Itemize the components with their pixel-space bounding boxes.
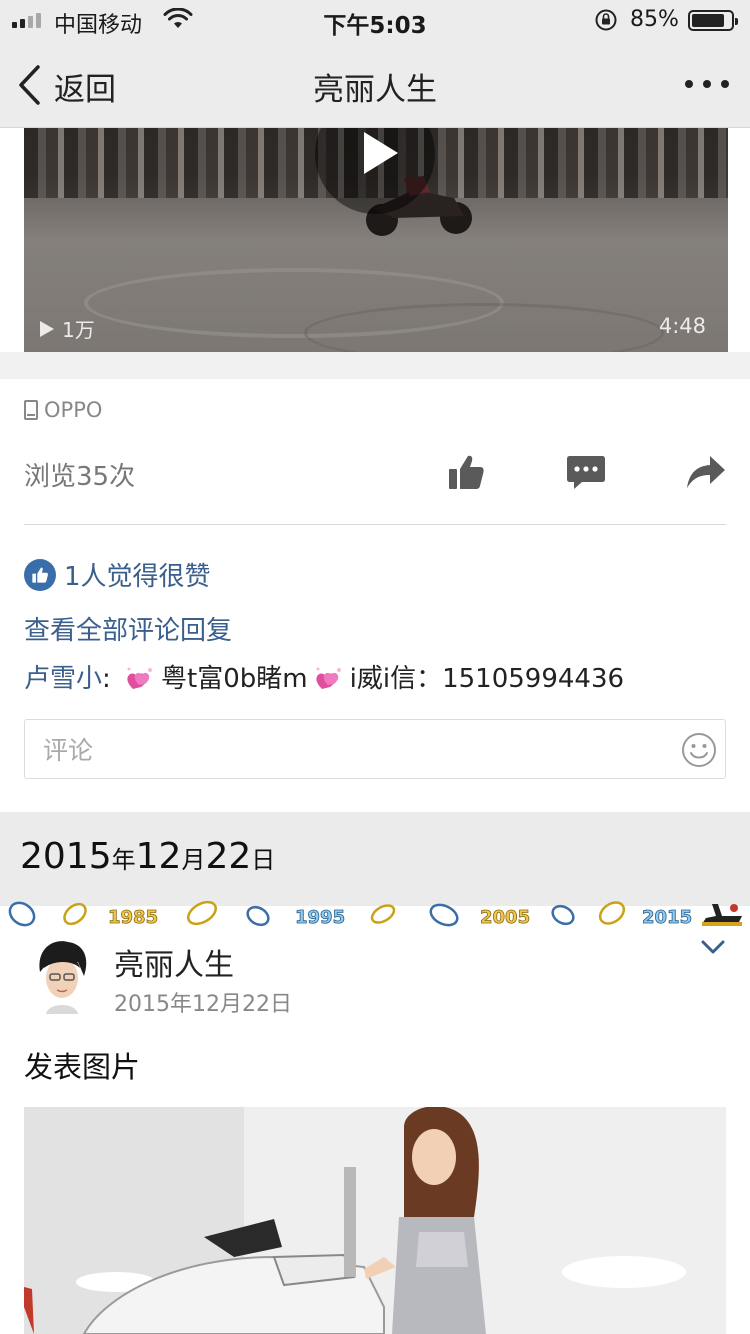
scooter-icon xyxy=(702,904,742,926)
view-all-comments-link[interactable]: 查看全部评论回复 xyxy=(24,610,232,647)
like-icon[interactable] xyxy=(446,452,486,492)
date-month-unit: 月 xyxy=(181,846,206,874)
comment-separator: : xyxy=(102,664,120,694)
divider xyxy=(24,524,726,525)
comment-author[interactable]: 卢雪小 xyxy=(24,664,102,694)
deco-year-3: 2005 xyxy=(480,907,530,928)
post-author[interactable]: 亮丽人生 xyxy=(114,940,234,984)
page-title: 亮丽人生 xyxy=(313,72,437,108)
more-options-icon[interactable] xyxy=(685,80,729,88)
date-day: 22 xyxy=(205,836,252,877)
post-photo[interactable] xyxy=(24,1107,726,1334)
comment-item: 卢雪小: 粤t富0b睹m i威i信：15105994436 xyxy=(24,658,624,695)
section-separator xyxy=(0,352,750,379)
avatar[interactable] xyxy=(24,938,100,1014)
battery-icon xyxy=(688,10,738,31)
post-date: 2015年12月22日 xyxy=(114,992,292,1017)
date-year-unit: 年 xyxy=(111,846,136,874)
comment-input[interactable] xyxy=(43,730,663,770)
battery-percent: 85% xyxy=(630,7,679,32)
sparkling-heart-icon xyxy=(315,667,341,689)
deco-year-2: 1995 xyxy=(295,907,345,928)
share-icon[interactable] xyxy=(686,452,726,492)
rotation-lock-icon xyxy=(595,9,617,31)
date-header: 2015年12月22日 xyxy=(20,836,275,877)
play-icon[interactable] xyxy=(364,132,398,174)
device-source: OPPO xyxy=(24,398,102,422)
post-text: 发表图片 xyxy=(24,1050,141,1084)
deco-year-4: 2015 xyxy=(642,907,692,928)
top-bar: 中国移动 下午5:03 85% 返回 亮丽人生 xyxy=(0,0,750,128)
likes-text: 1人觉得很赞 xyxy=(64,562,211,592)
chevron-down-icon[interactable] xyxy=(700,938,726,956)
play-count-icon xyxy=(40,320,54,337)
video-duration: 4:48 xyxy=(658,314,706,338)
decorative-year-strip: 1985 1995 2005 2015 xyxy=(8,900,742,928)
deco-year-1: 1985 xyxy=(108,907,158,928)
status-bar: 中国移动 下午5:03 85% xyxy=(0,0,750,40)
comment-icon[interactable] xyxy=(566,452,606,492)
date-month: 12 xyxy=(135,836,182,877)
comment-text-1: 粤t富0b睹m xyxy=(161,664,308,694)
emoji-icon[interactable] xyxy=(681,732,717,768)
date-year: 2015 xyxy=(20,836,112,877)
view-count: 1万 xyxy=(62,318,95,342)
video-player[interactable]: 1万 4:48 xyxy=(24,128,728,352)
like-badge-icon xyxy=(24,558,56,591)
likes-row[interactable]: 1人觉得很赞 xyxy=(24,556,211,593)
comment-text-2: i威i信：15105994436 xyxy=(349,664,625,694)
nav-bar: 返回 亮丽人生 xyxy=(0,40,750,128)
comment-input-box[interactable] xyxy=(24,719,726,779)
phone-icon xyxy=(24,400,38,420)
device-label: OPPO xyxy=(44,398,103,422)
video-views: 1万 xyxy=(40,314,95,343)
sparkling-heart-icon xyxy=(127,667,153,689)
browse-count: 浏览35次 xyxy=(24,462,136,492)
date-day-unit: 日 xyxy=(251,846,276,874)
